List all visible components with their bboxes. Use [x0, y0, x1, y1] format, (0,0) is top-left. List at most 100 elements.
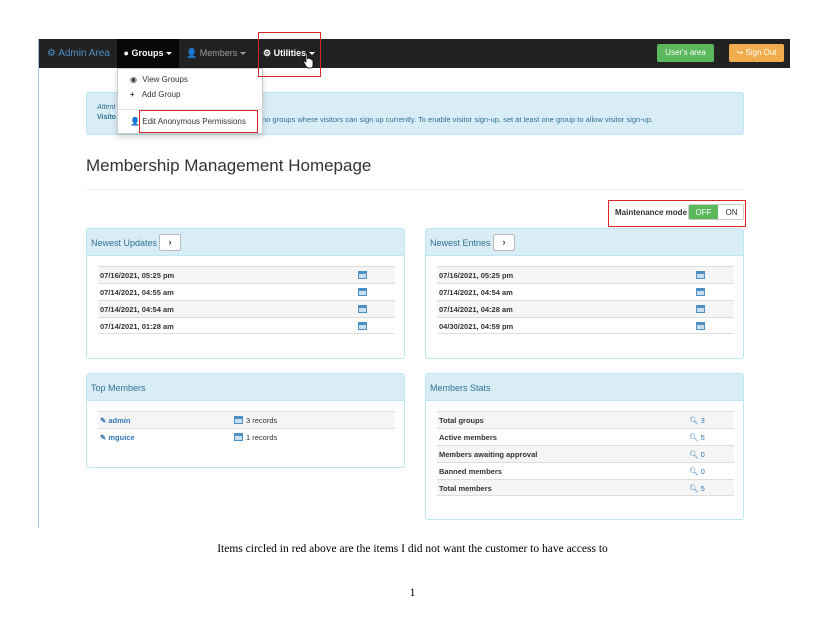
calendar-icon[interactable] — [358, 322, 367, 330]
sign-out-button[interactable]: ↪ Sign Out — [729, 44, 784, 62]
pencil-icon: ✎ — [100, 433, 107, 442]
table-row: Banned members 🔍︎ 0 — [437, 462, 734, 479]
admin-screenshot: ⚙ Admin Area ● Groups 👤 Members ⚙ Utilit… — [38, 32, 790, 528]
search-icon: 🔍︎ — [689, 416, 699, 425]
panel-heading: Newest Entries › — [426, 229, 743, 256]
chevron-right-button[interactable]: › — [159, 234, 181, 251]
member-link[interactable]: ✎ mguice — [100, 433, 135, 442]
chevron-right-button[interactable]: › — [493, 234, 515, 251]
add-group-label: Add Group — [141, 90, 181, 99]
members-menu[interactable]: 👤 Members — [186, 39, 247, 68]
groups-menu[interactable]: ● Groups — [117, 39, 179, 68]
member-records: 1 records — [246, 433, 278, 442]
table-row: ✎ mguice 1 records — [98, 428, 395, 445]
entry-date: 07/14/2021, 04:54 am — [439, 288, 513, 297]
calendar-icon[interactable] — [358, 288, 367, 296]
gear-icon: ⚙ — [47, 48, 56, 59]
view-groups-label: View Groups — [142, 75, 188, 84]
search-icon: 🔍︎ — [689, 484, 699, 493]
annotation-anonymous-permissions-box — [139, 110, 258, 133]
alert-text: no groups where visitors can sign up cur… — [262, 115, 654, 124]
calendar-icon[interactable] — [696, 288, 705, 296]
members-stats-panel: Members Stats Total groups 🔍︎ 3 Active m… — [425, 373, 744, 520]
stat-link[interactable]: 🔍︎ 0 — [689, 450, 705, 459]
search-icon: 🔍︎ — [689, 433, 699, 442]
stat-label: Members awaiting approval — [439, 450, 538, 459]
stat-link[interactable]: 🔍︎ 0 — [689, 467, 705, 476]
table-row: Members awaiting approval 🔍︎ 0 — [437, 445, 734, 462]
brand-link[interactable]: ⚙ Admin Area — [47, 39, 110, 68]
table-row: Total groups 🔍︎ 3 — [437, 411, 734, 428]
add-group-item[interactable]: + Add Group — [130, 90, 180, 99]
table-row: ✎ admin 3 records — [98, 411, 395, 428]
panel-heading: Members Stats — [426, 374, 743, 401]
users-area-button[interactable]: User's area — [657, 44, 714, 62]
member-name: mguice — [108, 433, 135, 442]
table-row: Active members 🔍︎ 5 — [437, 428, 734, 445]
search-icon: 🔍︎ — [689, 467, 699, 476]
newest-entries-panel: Newest Entries › 07/16/2021, 05:25 pm 07… — [425, 228, 744, 359]
table-row: 07/14/2021, 01:28 am — [98, 317, 395, 334]
member-records: 3 records — [246, 416, 278, 425]
globe-icon: ● — [123, 48, 129, 58]
panel-title: Members Stats — [430, 383, 491, 393]
calendar-icon[interactable] — [696, 322, 705, 330]
member-link[interactable]: ✎ admin — [100, 416, 130, 425]
stat-label: Active members — [439, 433, 497, 442]
sign-out-icon: ↪ — [736, 48, 744, 57]
plus-icon: + — [130, 90, 135, 99]
table-icon — [234, 433, 243, 441]
top-members-panel: Top Members ✎ admin 3 records ✎ mguice 1… — [86, 373, 405, 468]
stat-link[interactable]: 🔍︎ 5 — [689, 484, 705, 493]
brand-label: Admin Area — [58, 48, 110, 59]
stat-link[interactable]: 🔍︎ 5 — [689, 433, 705, 442]
stat-label: Total groups — [439, 416, 484, 425]
panel-heading: Top Members — [87, 374, 404, 401]
alert-title: Attent — [97, 104, 116, 111]
caption: Items circled in red above are the items… — [217, 543, 608, 555]
table-row: 07/14/2021, 04:55 am — [98, 283, 395, 300]
view-groups-item[interactable]: ◉ View Groups — [130, 75, 188, 84]
search-icon: 🔍︎ — [689, 450, 699, 459]
calendar-icon[interactable] — [696, 305, 705, 313]
update-date: 07/16/2021, 05:25 pm — [100, 271, 175, 280]
panel-title: Top Members — [91, 383, 146, 393]
stat-value: 5 — [700, 433, 705, 442]
update-date: 07/14/2021, 04:55 am — [100, 288, 174, 297]
update-date: 07/14/2021, 01:28 am — [100, 322, 174, 331]
calendar-icon[interactable] — [696, 271, 705, 279]
panel-heading: Newest Updates › — [87, 229, 404, 256]
panel-title: Newest Entries — [430, 238, 491, 248]
entry-date: 07/14/2021, 04:28 am — [439, 305, 513, 314]
alert-strong: Visito — [97, 114, 116, 121]
calendar-icon[interactable] — [358, 271, 367, 279]
eye-icon: ◉ — [130, 75, 137, 84]
update-date: 07/14/2021, 04:54 am — [100, 305, 174, 314]
table-row: 07/14/2021, 04:54 am — [98, 300, 395, 317]
stat-link[interactable]: 🔍︎ 3 — [689, 416, 705, 425]
newest-updates-panel: Newest Updates › 07/16/2021, 05:25 pm 07… — [86, 228, 405, 359]
title-divider — [86, 189, 744, 190]
page-title: Membership Management Homepage — [86, 156, 372, 175]
table-row: 07/14/2021, 04:28 am — [437, 300, 734, 317]
page-number: 1 — [409, 587, 416, 599]
table-icon — [234, 416, 243, 424]
pencil-icon: ✎ — [100, 416, 107, 425]
stat-label: Total members — [439, 484, 492, 493]
calendar-icon[interactable] — [358, 305, 367, 313]
caret-down-icon — [166, 52, 173, 56]
members-label: Members — [199, 48, 238, 58]
table-row: 07/14/2021, 04:54 am — [437, 283, 734, 300]
stat-value: 5 — [700, 484, 705, 493]
annotation-maintenance-box — [608, 200, 746, 227]
table-row: 04/30/2021, 04:59 pm — [437, 317, 734, 334]
stat-value: 3 — [700, 416, 705, 425]
table-row: 07/16/2021, 05:25 pm — [98, 266, 395, 283]
stat-value: 0 — [700, 467, 705, 476]
sign-out-label: Sign Out — [745, 48, 777, 57]
stat-label: Banned members — [439, 467, 502, 476]
entry-date: 07/16/2021, 05:25 pm — [439, 271, 514, 280]
navbar: ⚙ Admin Area ● Groups 👤 Members ⚙ Utilit… — [39, 39, 790, 69]
user-icon: 👤 — [186, 48, 198, 58]
annotation-utilities-box — [258, 32, 321, 77]
